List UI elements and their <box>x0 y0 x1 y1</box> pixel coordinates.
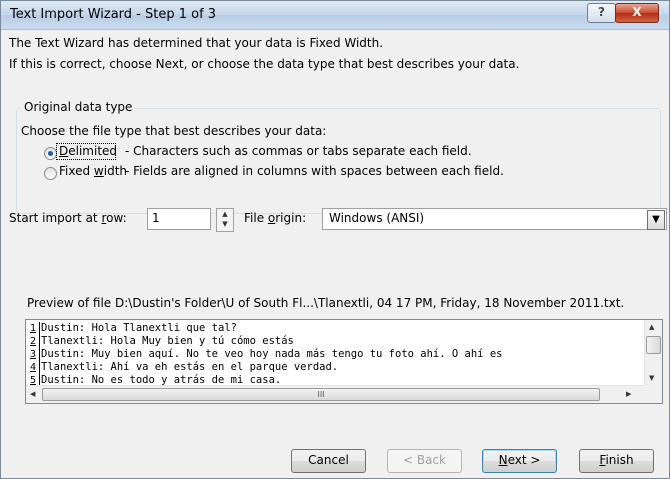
preview-row-numbers: 1 2 3 4 5 <box>28 322 38 387</box>
preview-line: Tlanextli: Hola Muy bien y tú cómo estás <box>41 335 294 347</box>
back-button[interactable]: < Back <box>387 449 462 473</box>
text-import-wizard-dialog: Text Import Wizard - Step 1 of 3 ? X The… <box>0 0 670 479</box>
file-origin-select[interactable]: Windows (ANSI) ▼ <box>322 208 667 230</box>
chevron-down-icon[interactable]: ▼ <box>647 210 665 230</box>
row-number: 2 <box>29 336 37 347</box>
scroll-left-icon[interactable]: ◀ <box>30 390 35 398</box>
spin-down-icon[interactable]: ▼ <box>217 219 233 229</box>
horizontal-scrollbar[interactable]: ◀ III ▶ <box>26 385 645 403</box>
row-number: 3 <box>29 349 37 360</box>
next-button[interactable]: Next > <box>482 449 557 473</box>
start-row-input[interactable]: 1 <box>147 208 211 230</box>
scrollbar-corner <box>645 386 662 403</box>
preview-caption: Preview of file D:\Dustin's Folder\U of … <box>27 296 625 310</box>
file-origin-value: Windows (ANSI) <box>329 211 425 225</box>
start-row-value: 1 <box>152 211 160 225</box>
start-row-spinner[interactable]: ▲ ▼ <box>216 208 234 232</box>
horizontal-scroll-thumb[interactable]: III <box>42 388 600 401</box>
intro-line-1: The Text Wizard has determined that your… <box>9 36 384 50</box>
file-origin-label: File origin: <box>244 211 307 225</box>
vertical-scrollbar[interactable]: ▲ ▼ <box>644 320 662 386</box>
preview-line: Tlanextli: Ahí va eh estás en el parque … <box>41 361 339 373</box>
intro-line-2: If this is correct, choose Next, or choo… <box>9 57 520 71</box>
scroll-right-icon[interactable]: ▶ <box>626 390 631 398</box>
scroll-down-icon[interactable]: ▼ <box>649 374 654 382</box>
help-button[interactable]: ? <box>587 3 616 23</box>
close-button[interactable]: X <box>615 3 659 23</box>
fixed-width-radio[interactable] <box>44 167 57 180</box>
row-number: 1 <box>29 323 37 334</box>
preview-line: Dustin: Muy bien aquí. No te veo hoy nad… <box>41 348 503 360</box>
fixed-width-label[interactable]: Fixed width <box>59 164 127 178</box>
delimited-label[interactable]: Delimited <box>59 144 117 158</box>
fixed-width-description: - Fields are aligned in columns with spa… <box>125 164 504 178</box>
delimited-description: - Characters such as commas or tabs sepa… <box>125 144 472 158</box>
preview-pane[interactable]: 1 2 3 4 5 Dustin: Hola Tlanextli que tal… <box>25 319 663 404</box>
window-title: Text Import Wizard - Step 1 of 3 <box>10 7 217 22</box>
vertical-scroll-thumb[interactable] <box>646 336 661 354</box>
preview-lines: Dustin: Hola Tlanextli que tal? Tlanextl… <box>39 322 648 387</box>
group-legend: Original data type <box>21 100 136 114</box>
group-prompt: Choose the file type that best describes… <box>21 124 327 138</box>
start-row-label: Start import at row: <box>9 211 127 225</box>
preview-line: Dustin: Hola Tlanextli que tal? <box>41 322 237 334</box>
row-number: 4 <box>29 362 37 373</box>
finish-button[interactable]: Finish <box>579 449 654 473</box>
title-bar: Text Import Wizard - Step 1 of 3 ? X <box>1 1 669 30</box>
spin-up-icon[interactable]: ▲ <box>217 209 233 219</box>
dialog-body: The Text Wizard has determined that your… <box>1 30 669 478</box>
scroll-up-icon[interactable]: ▲ <box>649 323 654 331</box>
cancel-button[interactable]: Cancel <box>291 449 366 473</box>
